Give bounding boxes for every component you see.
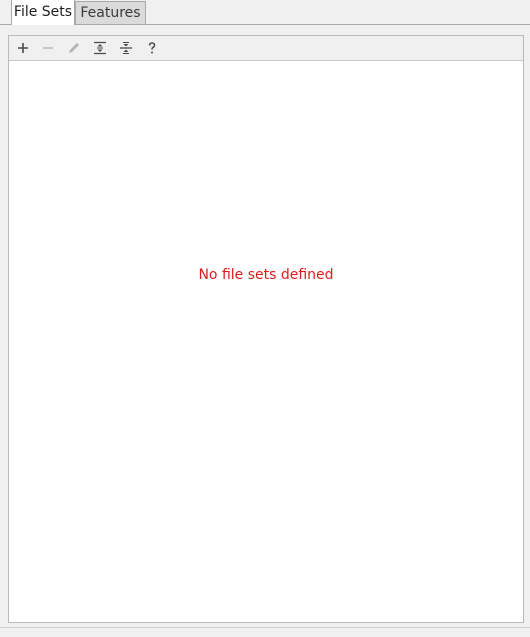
expand-all-button[interactable] xyxy=(90,38,110,58)
plus-icon xyxy=(18,43,28,53)
tab-bar-divider xyxy=(0,24,530,25)
empty-state-message: No file sets defined xyxy=(198,267,334,283)
pencil-icon xyxy=(69,43,79,53)
add-button[interactable] xyxy=(13,38,33,58)
status-divider xyxy=(0,627,530,628)
collapse-all-icon xyxy=(120,42,132,54)
file-sets-panel: No file sets defined xyxy=(8,35,524,623)
file-sets-list[interactable]: No file sets defined xyxy=(9,61,523,622)
expand-all-icon xyxy=(94,41,106,55)
help-icon xyxy=(148,42,156,54)
tab-bar: File Sets Features xyxy=(0,0,530,25)
remove-button[interactable] xyxy=(38,38,58,58)
minus-icon xyxy=(43,47,53,49)
tab-file-sets[interactable]: File Sets xyxy=(11,0,75,25)
help-button[interactable] xyxy=(142,38,162,58)
toolbar xyxy=(9,36,523,61)
collapse-all-button[interactable] xyxy=(116,38,136,58)
tab-features[interactable]: Features xyxy=(75,1,146,24)
edit-button[interactable] xyxy=(64,38,84,58)
